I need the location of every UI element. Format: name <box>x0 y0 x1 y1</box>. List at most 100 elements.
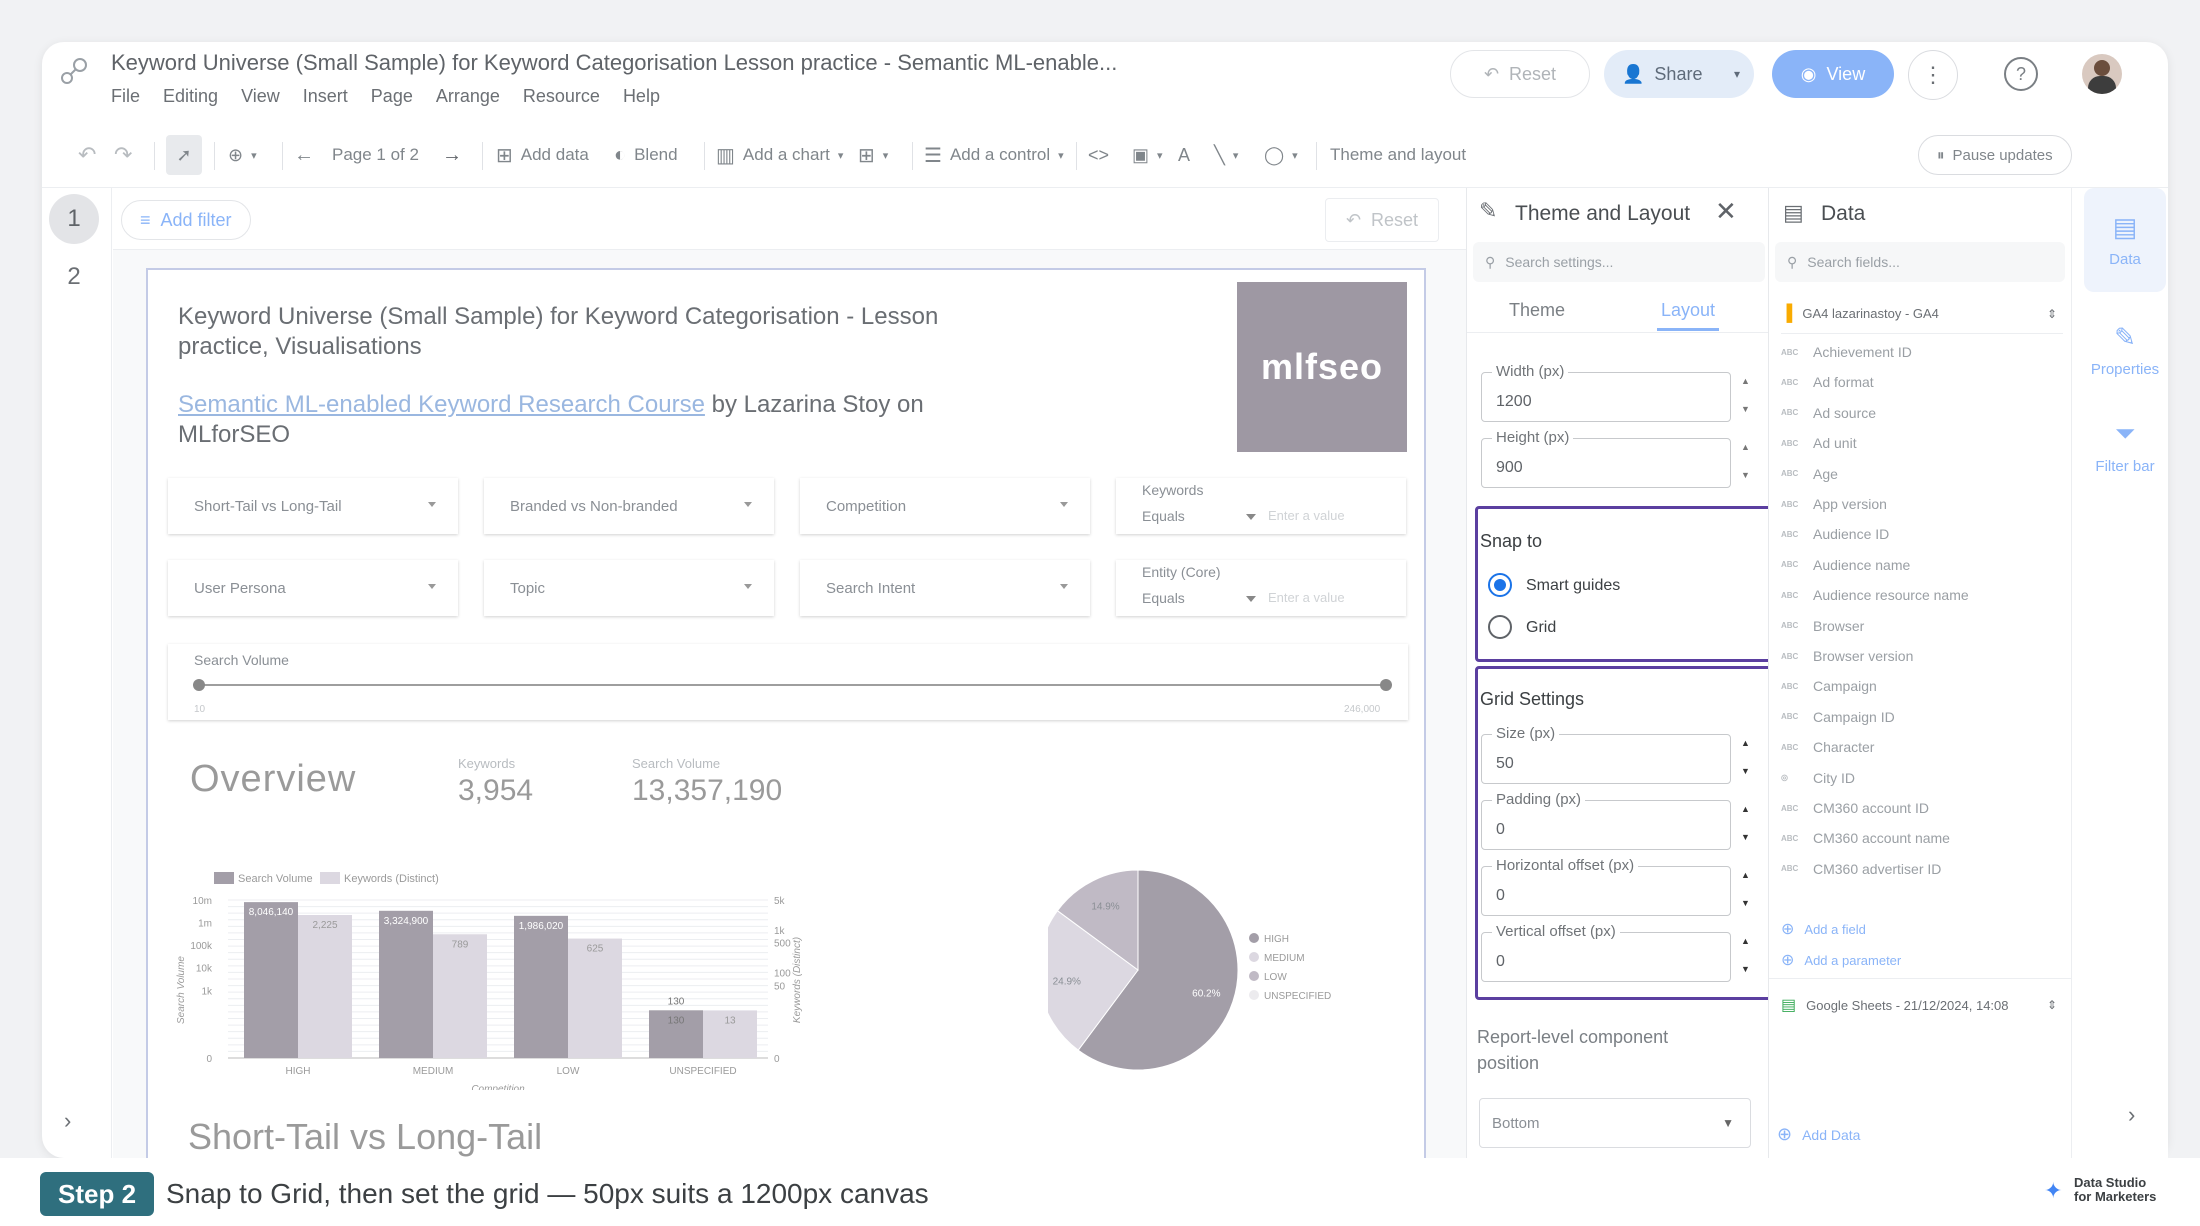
undo-icon[interactable]: ↶ <box>78 122 96 188</box>
add-control-button[interactable]: ☰ Add a control ▾ <box>924 122 1064 188</box>
prev-page-icon[interactable]: ← <box>294 122 314 188</box>
field-item[interactable]: ABC Audience name <box>1781 557 1910 573</box>
add-field-link[interactable]: ⊕ Add a field <box>1781 919 1866 939</box>
add-filter-button[interactable]: ≡ Add filter <box>121 200 251 240</box>
menu-insert[interactable]: Insert <box>303 86 348 107</box>
field-item[interactable]: ABC CM360 account ID <box>1781 800 1929 816</box>
field-item[interactable]: ABC Browser version <box>1781 648 1913 664</box>
grid-size-stepper-icon[interactable]: ▲ ▼ <box>1741 736 1750 778</box>
search-volume-slider[interactable]: Search Volume 10 246,000 <box>168 644 1408 720</box>
vertical-offset-field[interactable]: Vertical offset (px) 0 <box>1481 923 1731 982</box>
field-item[interactable]: ABC Achievement ID <box>1781 344 1912 360</box>
shape-button[interactable]: ◯ ▾ <box>1264 122 1298 188</box>
keywords-filter-control[interactable]: Keywords Equals Enter a value <box>1116 478 1406 534</box>
text-box-icon[interactable]: A <box>1178 122 1190 188</box>
topic-control[interactable]: Topic <box>484 560 774 616</box>
field-item[interactable]: ABC App version <box>1781 496 1887 512</box>
menu-page[interactable]: Page <box>371 86 413 107</box>
community-viz-button[interactable]: ⊞ ▾ <box>858 122 888 188</box>
embed-code-icon[interactable]: <> <box>1088 122 1109 188</box>
redo-icon[interactable]: ↷ <box>114 122 132 188</box>
add-chart-button[interactable]: ▥ Add a chart ▾ <box>716 122 843 188</box>
close-icon[interactable]: ✕ <box>1715 196 1737 227</box>
view-button[interactable]: ◉ View <box>1772 50 1894 98</box>
field-item[interactable]: ABC Ad unit <box>1781 435 1857 451</box>
horizontal-offset-stepper-icon[interactable]: ▲ ▼ <box>1741 868 1750 910</box>
competition-pie-chart[interactable]: 60.2% 24.9% 14.9% HIGH MEDIUM LOW UNSPECIFIED <box>1048 870 1388 1090</box>
line-button[interactable]: ╲ ▾ <box>1214 122 1238 188</box>
short-tail-control[interactable]: Short-Tail vs Long-Tail <box>168 478 458 534</box>
course-link[interactable]: Semantic ML-enabled Keyword Research Cou… <box>178 391 705 418</box>
add-parameter-link[interactable]: ⊕ Add a parameter <box>1781 950 1901 970</box>
help-icon[interactable]: ? <box>2004 57 2038 91</box>
settings-search-input[interactable]: ⚲ Search settings... <box>1473 242 1765 282</box>
data-source-selector[interactable]: ▐ GA4 lazarinastoy - GA4 ⇕ <box>1781 294 2063 334</box>
collapse-chevron-icon[interactable]: › <box>2128 1102 2135 1128</box>
height-stepper-icon[interactable]: ▲ ▼ <box>1741 440 1750 482</box>
smart-guides-radio[interactable] <box>1488 573 1512 597</box>
field-item[interactable]: ABC CM360 advertiser ID <box>1781 861 1941 877</box>
field-item[interactable]: ABC Browser <box>1781 618 1864 634</box>
competition-control[interactable]: Competition <box>800 478 1090 534</box>
image-button[interactable]: ▣ ▾ <box>1132 122 1163 188</box>
grid-padding-stepper-icon[interactable]: ▲ ▼ <box>1741 802 1750 844</box>
menu-resource[interactable]: Resource <box>523 86 600 107</box>
slider-min-handle[interactable] <box>193 679 205 691</box>
field-item[interactable]: ABC Age <box>1781 466 1838 482</box>
menu-file[interactable]: File <box>111 86 140 107</box>
grid-padding-field[interactable]: Padding (px) 0 <box>1481 791 1731 850</box>
tab-layout[interactable]: Layout <box>1661 300 1715 321</box>
field-item[interactable]: ABC Ad source <box>1781 405 1876 421</box>
branded-control[interactable]: Branded vs Non-branded <box>484 478 774 534</box>
grid-radio[interactable] <box>1488 615 1512 639</box>
canvas-height-field[interactable]: Height (px) 900 <box>1481 429 1731 488</box>
field-item[interactable]: ABC Campaign <box>1781 678 1877 694</box>
entity-filter-control[interactable]: Entity (Core) Equals Enter a value <box>1116 560 1406 616</box>
grid-size-field[interactable]: Size (px) 50 <box>1481 725 1731 784</box>
user-persona-control[interactable]: User Persona <box>168 560 458 616</box>
tab-properties[interactable]: ✎ Properties <box>2084 298 2166 402</box>
pause-updates-button[interactable]: ⏸ Pause updates <box>1918 135 2072 175</box>
field-item[interactable]: ABC Ad format <box>1781 374 1874 390</box>
canvas-width-field[interactable]: Width (px) 1200 <box>1481 363 1731 422</box>
field-item[interactable]: ABC Character <box>1781 739 1874 755</box>
share-button[interactable]: 👤 Share ▾ <box>1604 50 1754 98</box>
horizontal-offset-field[interactable]: Horizontal offset (px) 0 <box>1481 857 1731 916</box>
position-select[interactable]: Bottom ▼ <box>1479 1098 1751 1148</box>
select-cursor-icon[interactable]: ➚ <box>166 135 202 175</box>
search-intent-control[interactable]: Search Intent <box>800 560 1090 616</box>
page-thumb-2[interactable]: 2 <box>49 252 99 302</box>
report-title[interactable]: Keyword Universe (Small Sample) for Keyw… <box>111 50 1117 76</box>
field-item[interactable]: ABC Audience resource name <box>1781 587 1969 603</box>
avatar[interactable] <box>2082 54 2122 94</box>
equals-select[interactable]: Equals <box>1142 508 1185 524</box>
equals-select[interactable]: Equals <box>1142 590 1185 606</box>
keywords-value-input[interactable]: Enter a value <box>1268 508 1345 523</box>
filter-reset-button[interactable]: ↶ Reset <box>1325 198 1439 242</box>
field-item[interactable]: ABC Audience ID <box>1781 526 1889 542</box>
share-dropdown-icon[interactable]: ▾ <box>1734 67 1740 81</box>
data-source-2[interactable]: ▤ Google Sheets - 21/12/2024, 14:08 ⇕ <box>1781 988 2063 1022</box>
menu-view[interactable]: View <box>241 86 280 107</box>
blend-button[interactable]: ◐ Blend <box>614 122 678 188</box>
entity-value-input[interactable]: Enter a value <box>1268 590 1345 605</box>
tab-filter-bar[interactable]: ⏷ Filter bar <box>2084 394 2166 498</box>
zoom-button[interactable]: ⊕ ▾ <box>228 122 257 188</box>
add-data-button[interactable]: ⊞ Add data <box>496 122 589 188</box>
expand-chevron-icon[interactable]: › <box>64 1108 71 1134</box>
more-options-button[interactable]: ⋮ <box>1908 50 1958 100</box>
tab-theme[interactable]: Theme <box>1509 300 1565 321</box>
field-item[interactable]: ABC CM360 account name <box>1781 830 1950 846</box>
menu-help[interactable]: Help <box>623 86 660 107</box>
report-page[interactable]: Keyword Universe (Small Sample) for Keyw… <box>146 268 1426 1168</box>
page-thumb-1[interactable]: 1 <box>49 194 99 244</box>
add-data-link[interactable]: ⊕ Add Data <box>1777 1124 1860 1145</box>
width-stepper-icon[interactable]: ▲ ▼ <box>1741 374 1750 416</box>
fields-search-input[interactable]: ⚲ Search fields... <box>1775 242 2065 282</box>
menu-editing[interactable]: Editing <box>163 86 218 107</box>
field-item[interactable]: ◎ City ID <box>1781 770 1855 786</box>
tab-data[interactable]: ▤ Data <box>2084 188 2166 292</box>
menu-arrange[interactable]: Arrange <box>436 86 500 107</box>
looker-studio-logo-icon[interactable] <box>58 56 90 88</box>
field-item[interactable]: ABC Campaign ID <box>1781 709 1895 725</box>
